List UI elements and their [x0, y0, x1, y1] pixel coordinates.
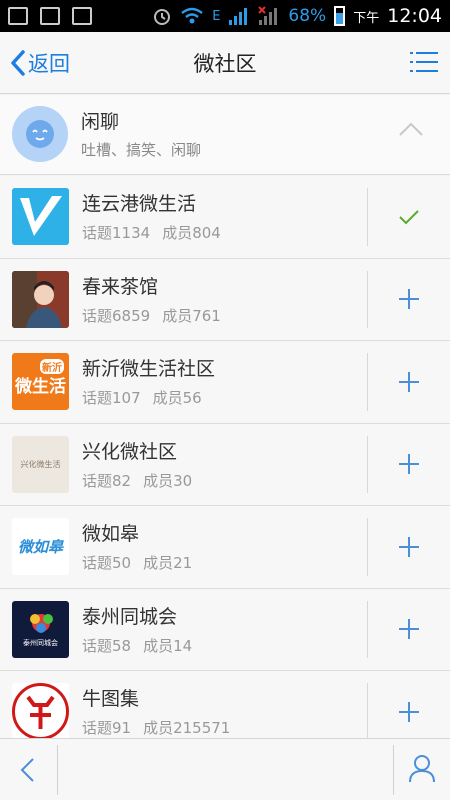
community-name: 兴化微社区	[82, 440, 178, 463]
alarm-icon	[154, 9, 171, 25]
join-button[interactable]	[368, 259, 450, 341]
community-stats: 话题50 成员21	[82, 552, 192, 573]
status-bar: E 68% 下午 12:04	[0, 0, 450, 32]
smile-face-icon	[26, 120, 54, 148]
gallery-icon	[8, 7, 28, 25]
lyg-logo-icon	[12, 188, 69, 245]
clock: 12:04	[387, 5, 442, 27]
category-title: 闲聊	[81, 111, 120, 133]
community-name: 新沂微生活社区	[82, 358, 216, 380]
wifi-icon	[181, 7, 203, 24]
community-stats: 话题1134 成员804	[82, 222, 221, 243]
community-stats: 话题91 成员215571	[82, 717, 230, 738]
list-item[interactable]: 春来茶馆 话题6859 成员761	[0, 258, 450, 341]
sim-icon	[40, 7, 60, 25]
join-button[interactable]	[368, 341, 450, 423]
community-logo: 微生活 新沂	[12, 353, 69, 410]
list-item[interactable]: 连云港微生活 话题1134 成员804	[0, 176, 450, 259]
community-stats: 话题58 成员14	[82, 635, 192, 656]
logo-text: 微生活	[15, 377, 66, 397]
topic-count: 话题6859	[82, 306, 151, 325]
person-photo-icon	[12, 270, 69, 328]
profile-button[interactable]	[408, 753, 436, 787]
user-icon	[409, 755, 435, 783]
plus-icon	[399, 701, 419, 722]
community-logo: 泰州同城会	[12, 600, 69, 658]
chevron-up-icon	[399, 122, 423, 136]
back-button[interactable]: 返回	[10, 48, 70, 78]
check-icon	[399, 210, 419, 225]
member-count: 成员761	[162, 306, 221, 325]
plus-icon	[399, 536, 419, 557]
flower-logo-icon	[29, 614, 53, 633]
nav-bar: 返回 微社区	[0, 32, 450, 94]
plus-icon	[399, 371, 419, 392]
list-item[interactable]: 兴化微生活 兴化微社区 话题82 成员30	[0, 423, 450, 506]
bottom-bar	[0, 738, 450, 800]
collapse-button[interactable]	[398, 121, 424, 141]
community-logo	[12, 270, 69, 328]
logo-text: 微如皋	[17, 538, 63, 556]
community-logo: 微如皋	[12, 518, 69, 575]
battery-percent: 68%	[288, 6, 327, 26]
community-logo	[12, 188, 69, 245]
message-icon	[72, 7, 92, 25]
community-logo	[12, 683, 69, 740]
member-count: 成员30	[143, 471, 193, 490]
member-count: 成员14	[143, 636, 193, 655]
community-stats: 话题6859 成员761	[82, 305, 221, 326]
community-name: 春来茶馆	[82, 275, 159, 298]
community-name: 连云港微生活	[82, 193, 197, 215]
member-count: 成员804	[162, 224, 221, 242]
topic-count: 话题107	[82, 389, 141, 407]
network-type: E	[212, 8, 221, 24]
signal-icon	[229, 8, 248, 25]
community-logo: 兴化微生活	[12, 435, 69, 493]
member-count: 成员215571	[143, 719, 231, 737]
plus-icon	[399, 454, 419, 475]
join-button[interactable]	[368, 424, 450, 506]
logo-subtext: 新沂	[40, 359, 64, 374]
join-button[interactable]	[368, 506, 450, 588]
community-list: 连云港微生活 话题1134 成员804 春来茶馆 话题6859 成员761 微生活 …	[0, 176, 450, 754]
list-item[interactable]: 微生活 新沂 新沂微生活社区 话题107 成员56	[0, 341, 450, 424]
signal-2-icon	[258, 6, 278, 25]
community-stats: 话题82 成员30	[82, 470, 192, 491]
plus-icon	[399, 619, 419, 640]
community-stats: 话题107 成员56	[82, 387, 202, 408]
battery-icon	[334, 6, 346, 26]
category-header[interactable]: 闲聊 吐槽、搞笑、闲聊	[0, 95, 450, 175]
community-name: 牛图集	[82, 688, 140, 710]
logo-text: 泰州同城会	[23, 639, 58, 647]
ampm-label: 下午	[353, 10, 380, 26]
topic-count: 话题58	[82, 636, 132, 655]
topic-count: 话题91	[82, 719, 132, 737]
member-count: 成员21	[143, 554, 193, 572]
topic-count: 话题82	[82, 471, 132, 490]
list-item[interactable]: 泰州同城会 泰州同城会 话题58 成员14	[0, 588, 450, 671]
topic-count: 话题50	[82, 554, 132, 572]
bull-logo-icon	[12, 683, 69, 740]
back-label: 返回	[28, 51, 70, 76]
community-name: 泰州同城会	[82, 605, 178, 628]
bottom-divider	[57, 745, 58, 795]
list-menu-icon	[410, 52, 438, 72]
join-button[interactable]	[368, 589, 450, 671]
logo-text: 兴化微生活	[20, 459, 61, 469]
chevron-left-icon	[20, 758, 34, 782]
topic-count: 话题1134	[82, 224, 151, 242]
chevron-left-icon	[11, 49, 25, 76]
plus-icon	[399, 289, 419, 310]
community-name: 微如皋	[82, 523, 140, 545]
category-subtitle: 吐槽、搞笑、闲聊	[81, 141, 202, 159]
bottom-divider	[393, 745, 394, 795]
menu-button[interactable]	[410, 50, 438, 78]
member-count: 成员56	[152, 389, 202, 407]
joined-button[interactable]	[368, 176, 450, 258]
list-item[interactable]: 微如皋 微如皋 话题50 成员21	[0, 506, 450, 589]
bottom-back-button[interactable]	[14, 755, 42, 789]
category-avatar	[12, 106, 68, 162]
